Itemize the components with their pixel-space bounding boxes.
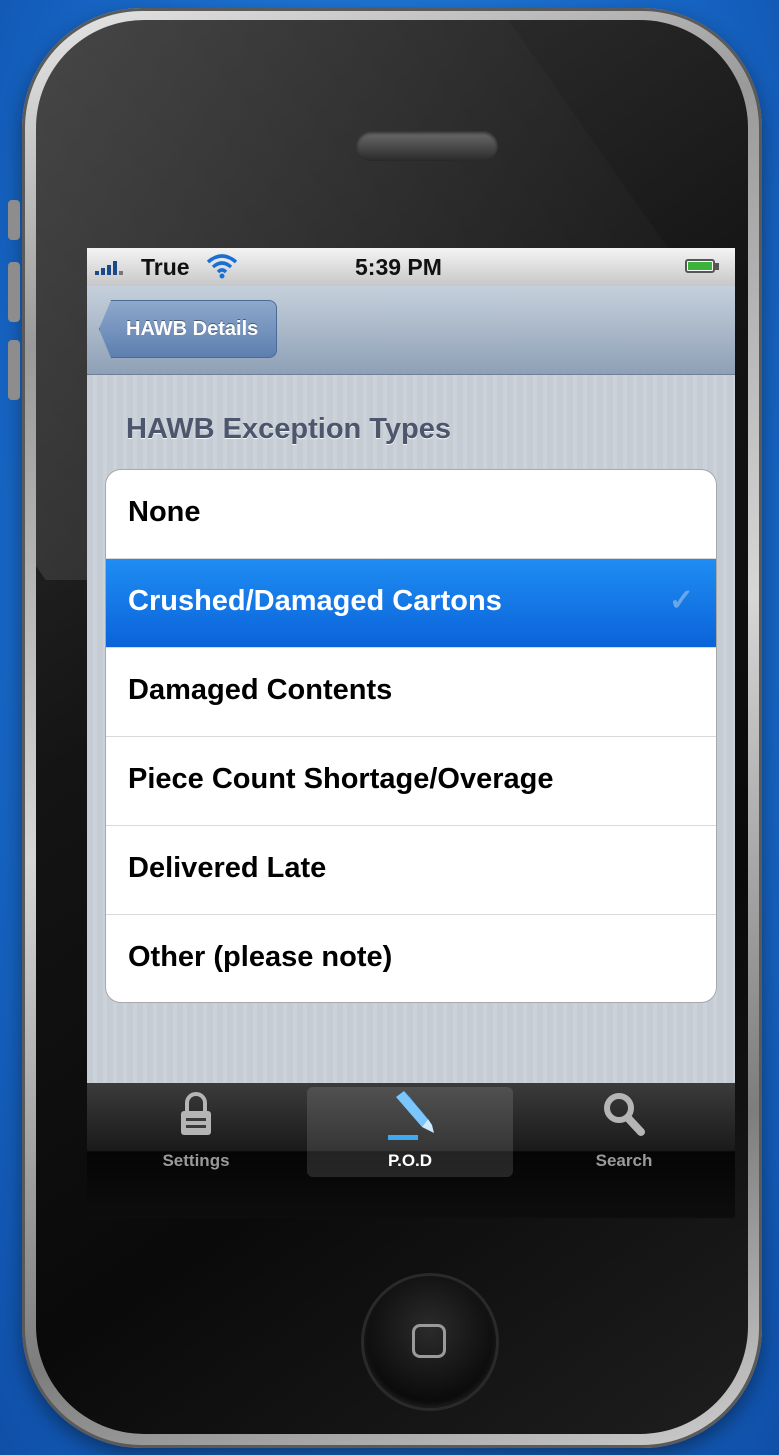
row-label: Crushed/Damaged Cartons <box>128 585 502 617</box>
wifi-icon <box>206 254 238 279</box>
grouped-table-view: HAWB Exception Types None Crushed/Damage… <box>87 375 735 1083</box>
tab-label: Search <box>595 1151 653 1170</box>
exception-row-damaged-contents[interactable]: Damaged Contents <box>106 648 716 737</box>
exception-row-other[interactable]: Other (please note) <box>106 915 716 1002</box>
checkmark-icon: ✓ <box>668 584 694 617</box>
home-square-icon <box>412 1324 446 1358</box>
battery-level <box>688 262 712 270</box>
back-button-hawb-details[interactable]: HAWB Details <box>99 300 278 358</box>
volume-up-button[interactable] <box>8 262 20 322</box>
lock-icon <box>181 1092 211 1135</box>
app-screen: True 5:39 PM HAWB Details HAWB Exception… <box>87 248 735 1218</box>
pen-icon <box>388 1091 434 1140</box>
row-label: Damaged Contents <box>128 674 393 706</box>
row-label: Other (please note) <box>128 941 393 973</box>
earpiece-speaker <box>356 131 498 161</box>
exception-row-piece-count[interactable]: Piece Count Shortage/Overage <box>106 737 716 826</box>
tab-pod[interactable]: P.O.D <box>307 1087 513 1177</box>
exception-type-list: None Crushed/Damaged Cartons ✓ Damaged C… <box>105 469 717 1003</box>
tab-settings[interactable]: Settings <box>93 1087 299 1177</box>
section-header: HAWB Exception Types <box>126 413 451 445</box>
search-icon <box>604 1093 645 1136</box>
tab-label: P.O.D <box>387 1151 433 1170</box>
row-label: Delivered Late <box>128 852 327 884</box>
status-bar: True 5:39 PM <box>87 248 735 286</box>
signal-strength-icon <box>95 261 123 275</box>
ring-silent-switch[interactable] <box>8 200 20 240</box>
navigation-bar: HAWB Details <box>87 286 735 375</box>
exception-row-none[interactable]: None <box>106 470 716 559</box>
exception-row-delivered-late[interactable]: Delivered Late <box>106 826 716 915</box>
tab-label: Settings <box>162 1151 230 1170</box>
tab-bar: Settings P.O.D Search <box>87 1083 735 1218</box>
battery-icon <box>685 259 715 273</box>
exception-row-crushed-damaged-cartons[interactable]: Crushed/Damaged Cartons ✓ <box>106 559 716 648</box>
home-button[interactable] <box>364 1276 496 1408</box>
battery-tip <box>715 263 719 270</box>
status-time: 5:39 PM <box>355 254 442 280</box>
row-label: None <box>128 496 201 528</box>
carrier-name: True <box>141 254 190 280</box>
tab-search[interactable]: Search <box>521 1087 727 1177</box>
row-label: Piece Count Shortage/Overage <box>128 763 554 795</box>
volume-down-button[interactable] <box>8 340 20 400</box>
